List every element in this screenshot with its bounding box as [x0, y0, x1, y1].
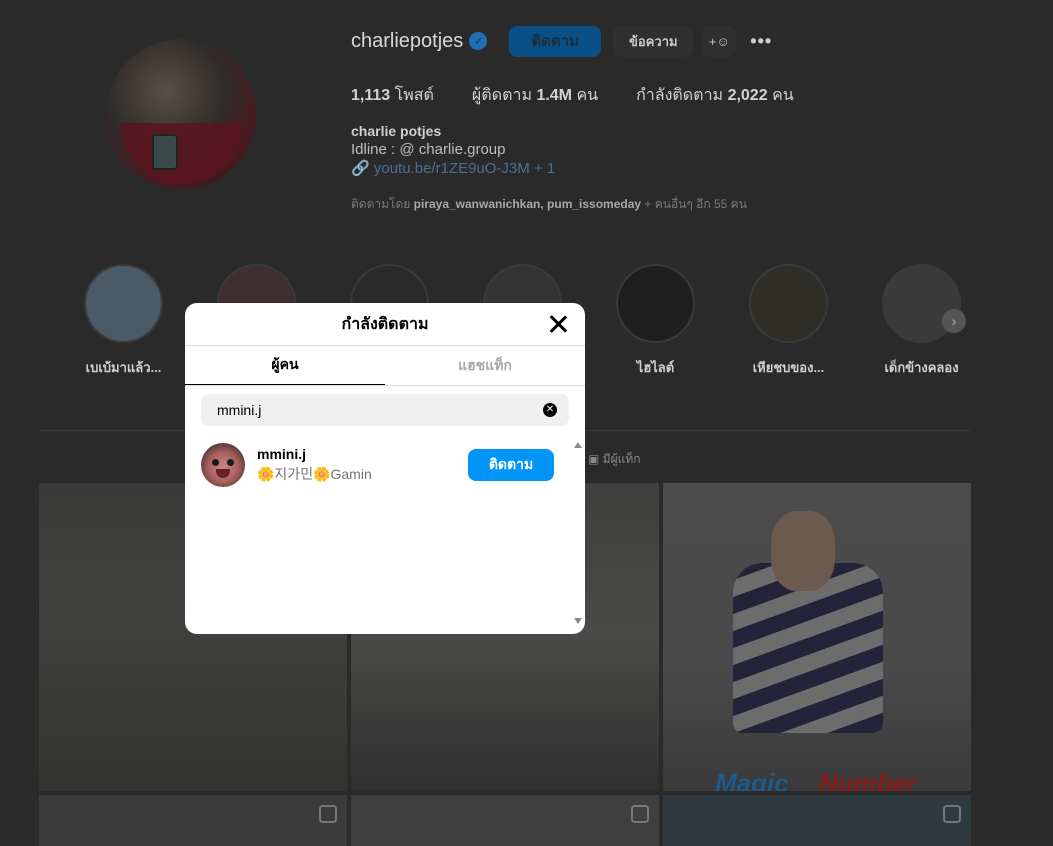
profile-follow-button[interactable]: ติดตาม: [509, 25, 602, 57]
more-options-icon[interactable]: •••: [750, 31, 772, 52]
reel-icon: [631, 805, 649, 823]
post-image-face: [771, 511, 835, 591]
highlight-item[interactable]: เหียชบของ...: [749, 264, 828, 378]
reel-icon: [943, 805, 961, 823]
follow-button[interactable]: ติดตาม: [468, 449, 554, 481]
post-thumbnail[interactable]: [663, 795, 971, 846]
list-item[interactable]: mmini.j 🌼지가민🌼Gamin ติดตาม: [185, 436, 570, 494]
post-caption-magic: Magic: [715, 768, 789, 791]
scroll-down-icon[interactable]: [574, 618, 582, 624]
verified-badge-icon: ✓: [469, 32, 488, 50]
search-input[interactable]: [217, 402, 543, 418]
search-results: mmini.j 🌼지가민🌼Gamin ติดตาม: [185, 436, 570, 626]
scroll-up-icon[interactable]: [574, 442, 582, 448]
avatar-phone: [152, 134, 178, 170]
profile-header-row: charliepotjes ✓ ติดตาม ข้อความ +☺ •••: [351, 25, 772, 57]
dialog-tabs: ผู้คน แฮชแท็ก: [185, 346, 585, 386]
highlights-next-icon[interactable]: ›: [942, 309, 966, 333]
results-scrollbar[interactable]: [571, 438, 585, 628]
posts-stat: 1,113 โพสต์: [351, 87, 434, 104]
post-thumbnail[interactable]: [351, 795, 659, 846]
profile-username: charliepotjes: [351, 29, 464, 52]
dialog-header: กำลังติดตาม: [185, 303, 585, 346]
profile-message-button[interactable]: ข้อความ: [613, 25, 694, 57]
followed-by-text[interactable]: ติดตามโดย piraya_wanwanichkan, pum_issom…: [351, 195, 747, 214]
post-thumbnail[interactable]: Magic Number: [663, 483, 971, 791]
result-username[interactable]: mmini.j: [257, 446, 468, 462]
following-dialog: กำลังติดตาม ผู้คน แฮชแท็ก ✕ mmini.j 🌼지가민…: [185, 303, 585, 634]
following-stat[interactable]: กำลังติดตาม 2,022 คน: [636, 83, 794, 108]
reel-icon: [319, 805, 337, 823]
post-caption-number: Number: [819, 768, 918, 791]
dialog-title: กำลังติดตาม: [341, 315, 429, 333]
profile-link[interactable]: 🔗 youtu.be/r1ZE9uO-J3M + 1: [351, 159, 555, 177]
avatar[interactable]: [201, 443, 245, 487]
tab-hashtags[interactable]: แฮชแท็ก: [385, 346, 585, 385]
close-icon[interactable]: [547, 313, 569, 335]
result-subtitle: 🌼지가민🌼Gamin: [257, 466, 372, 482]
highlight-item[interactable]: ไฮไลต์: [616, 264, 695, 378]
tab-tagged[interactable]: ▣ มีผู้แท็ก: [588, 450, 641, 469]
suggest-user-icon[interactable]: +☺: [702, 25, 737, 57]
highlight-item[interactable]: เบเบ้มาแล้ว...: [84, 264, 163, 378]
profile-full-name: charlie potjes: [351, 123, 442, 139]
search-box: ✕: [201, 394, 569, 426]
profile-bio: Idline : @ charlie.group: [351, 141, 506, 158]
user-info: mmini.j 🌼지가민🌼Gamin: [257, 446, 468, 484]
followers-stat[interactable]: ผู้ติดตาม 1.4M คน: [472, 83, 598, 108]
tab-people[interactable]: ผู้คน: [185, 346, 385, 385]
profile-stats: 1,113 โพสต์ ผู้ติดตาม 1.4M คน กำลังติดตา…: [351, 83, 794, 108]
post-thumbnail[interactable]: [39, 795, 347, 846]
clear-search-icon[interactable]: ✕: [543, 403, 557, 417]
avatar-shirt: [120, 123, 242, 183]
profile-avatar[interactable]: [106, 39, 256, 189]
